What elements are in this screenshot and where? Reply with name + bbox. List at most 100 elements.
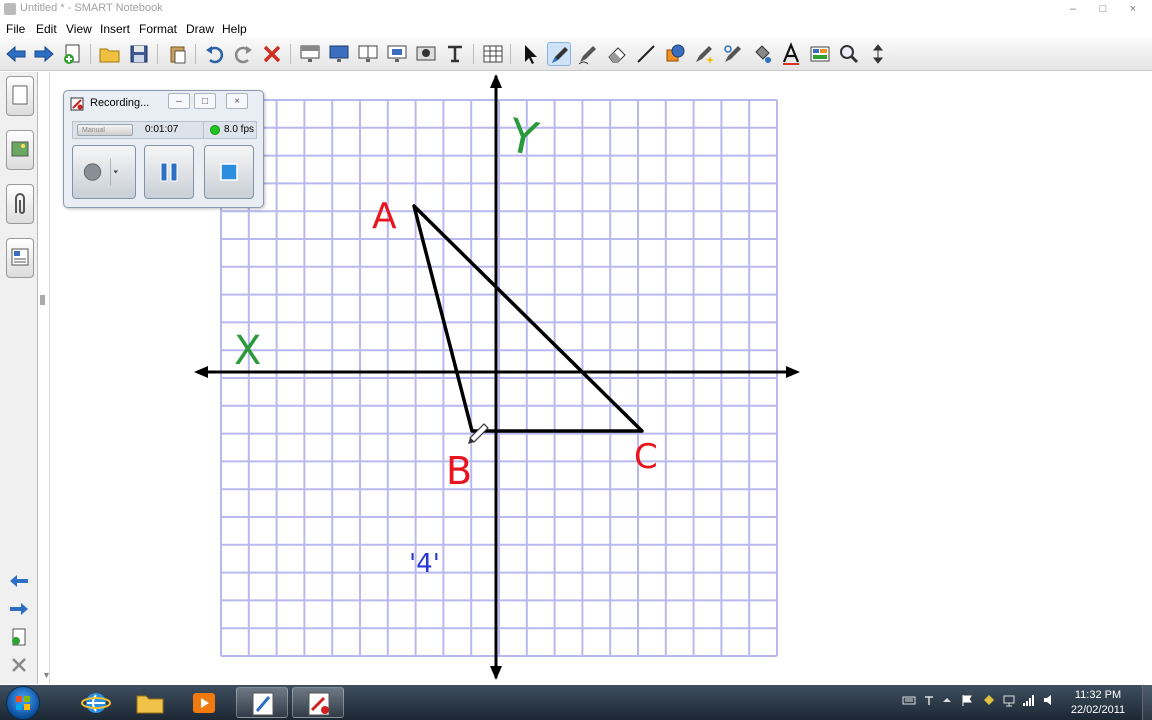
sidebar-splitter[interactable] <box>40 72 50 684</box>
back-arrow-icon[interactable] <box>4 42 28 66</box>
recorder-restore-button[interactable]: □ <box>194 93 216 109</box>
stop-button[interactable] <box>204 145 254 199</box>
power-tray-icon[interactable] <box>982 693 996 707</box>
tray-menu-icon[interactable] <box>922 693 936 707</box>
forward-arrow-icon[interactable] <box>32 42 56 66</box>
axis-label-x: X <box>234 328 261 374</box>
toolbar-separator <box>290 44 291 64</box>
recorder-minimize-button[interactable]: – <box>168 93 190 109</box>
start-button[interactable] <box>6 686 40 720</box>
smart-notebook-window: Untitled * - SMART Notebook – □ × File E… <box>0 0 1152 720</box>
recorder-close-button[interactable]: × <box>226 93 248 109</box>
media-player-icon[interactable] <box>178 687 230 718</box>
toolbar-separator <box>195 44 196 64</box>
menu-edit[interactable]: Edit <box>36 22 57 36</box>
handwritten-annotation: '4' <box>409 549 440 579</box>
graph-paper-grid <box>220 99 778 657</box>
menu-draw[interactable]: Draw <box>186 22 214 36</box>
menu-file[interactable]: File <box>6 22 25 36</box>
close-button[interactable]: × <box>1118 0 1148 18</box>
undo-icon[interactable] <box>203 42 227 66</box>
x-axis-arrow-left <box>194 366 208 378</box>
save-icon[interactable] <box>127 42 151 66</box>
insert-text-tool-icon[interactable] <box>443 42 467 66</box>
recorder-window: Recording... – □ × Manual 0:01:07 8.0 fp… <box>63 90 264 208</box>
axis-label-y: Y <box>503 108 544 167</box>
screen-capture-icon[interactable] <box>385 42 409 66</box>
smart-notebook-taskbar-icon[interactable] <box>236 687 288 718</box>
previous-page-icon[interactable] <box>8 572 30 590</box>
open-file-icon[interactable] <box>98 42 122 66</box>
add-page-icon[interactable] <box>60 42 84 66</box>
recorder-icon <box>70 97 84 111</box>
select-pointer-icon[interactable] <box>518 42 542 66</box>
properties-tab[interactable] <box>6 238 34 278</box>
action-center-flag-icon[interactable] <box>960 693 974 707</box>
delete-icon[interactable] <box>260 42 284 66</box>
fill-icon[interactable] <box>750 42 774 66</box>
y-axis-arrow-bottom <box>490 666 502 680</box>
volume-icon[interactable] <box>1042 693 1056 707</box>
window-title: Untitled * - SMART Notebook <box>20 2 163 14</box>
keyboard-tray-icon[interactable] <box>902 693 916 707</box>
windows-explorer-icon[interactable] <box>124 687 176 718</box>
vertex-label-c: C <box>634 437 658 477</box>
toolbar-separator <box>90 44 91 64</box>
wifi-signal-icon[interactable] <box>1022 693 1036 707</box>
recording-mode-dropdown[interactable]: Manual <box>77 124 133 136</box>
taskbar <box>0 685 1152 720</box>
dual-page-icon[interactable] <box>356 42 380 66</box>
main-toolbar <box>0 38 1152 71</box>
menu-help[interactable]: Help <box>222 22 247 36</box>
menu-view[interactable]: View <box>66 22 92 36</box>
status-light-icon <box>210 125 220 135</box>
attachments-tab[interactable] <box>6 184 34 224</box>
paste-icon[interactable] <box>166 42 190 66</box>
fps-indicator: 8.0 fps <box>203 122 257 138</box>
clock-date[interactable]: 22/02/2011 <box>1060 704 1136 716</box>
menu-format[interactable]: Format <box>139 22 177 36</box>
splitter-handle[interactable] <box>40 295 45 305</box>
text-icon[interactable] <box>779 42 803 66</box>
next-page-icon[interactable] <box>8 600 30 618</box>
record-button[interactable] <box>72 145 136 199</box>
line-icon[interactable] <box>634 42 658 66</box>
pause-button[interactable] <box>144 145 194 199</box>
shape-icon[interactable] <box>663 42 687 66</box>
minimize-button[interactable]: – <box>1058 0 1088 18</box>
toolbar-separator <box>473 44 474 64</box>
creative-pen-icon[interactable] <box>576 42 600 66</box>
recorder-title: Recording... <box>90 97 150 109</box>
clock-time[interactable]: 11:32 PM <box>1060 689 1136 701</box>
scroll-down-arrow-icon[interactable]: ▼ <box>42 670 51 680</box>
y-axis-arrow-top <box>490 74 502 88</box>
side-tab-bar <box>0 72 38 684</box>
move-toolbar-icon[interactable] <box>866 42 890 66</box>
toolbar-separator <box>510 44 511 64</box>
x-axis-arrow-right <box>786 366 800 378</box>
properties-icon[interactable] <box>808 42 832 66</box>
show-desktop-button[interactable] <box>1142 685 1152 720</box>
gallery-tab[interactable] <box>6 130 34 170</box>
internet-explorer-icon[interactable] <box>70 687 122 718</box>
recorder-status-row: Manual 0:01:07 8.0 fps <box>72 121 257 139</box>
redo-icon[interactable] <box>231 42 255 66</box>
magnifier-icon[interactable] <box>837 42 861 66</box>
screen-shade-icon[interactable] <box>298 42 322 66</box>
eraser-icon[interactable] <box>605 42 629 66</box>
add-page-side-icon[interactable] <box>8 628 30 646</box>
document-camera-icon[interactable] <box>414 42 438 66</box>
shape-recognition-pen-icon[interactable] <box>721 42 745 66</box>
network-tray-icon[interactable] <box>1002 693 1016 707</box>
maximize-button[interactable]: □ <box>1088 0 1118 18</box>
full-screen-icon[interactable] <box>327 42 351 66</box>
show-hidden-icons-icon[interactable] <box>940 693 954 707</box>
menu-insert[interactable]: Insert <box>100 22 130 36</box>
vertex-label-b: B <box>446 449 472 493</box>
magic-pen-icon[interactable] <box>692 42 716 66</box>
delete-page-icon[interactable] <box>8 656 30 674</box>
smart-recorder-taskbar-icon[interactable] <box>292 687 344 718</box>
table-icon[interactable] <box>481 42 505 66</box>
pen-icon[interactable] <box>547 42 571 66</box>
page-sorter-tab[interactable] <box>6 76 34 116</box>
